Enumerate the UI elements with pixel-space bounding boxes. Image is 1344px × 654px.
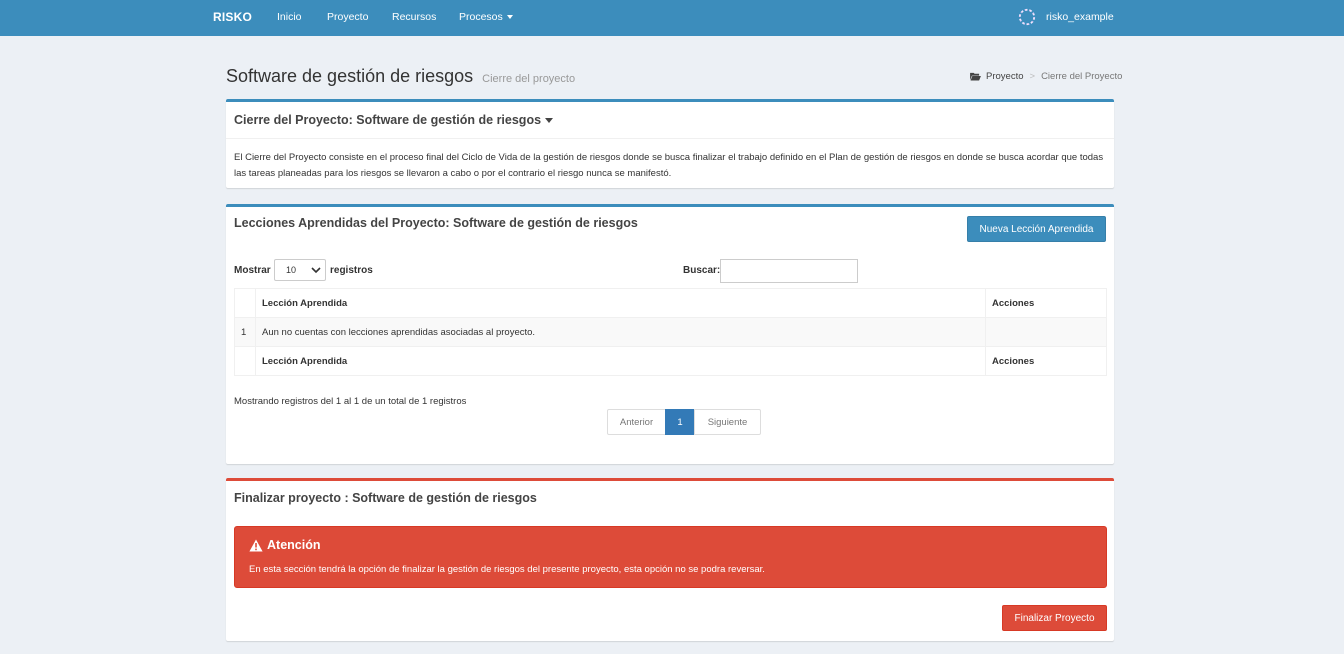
lessons-box: Lecciones Aprendidas del Proyecto: Softw… bbox=[226, 204, 1114, 464]
pagination: Anterior 1 Siguiente bbox=[607, 409, 761, 435]
footer-number bbox=[234, 346, 256, 376]
caret-down-icon bbox=[506, 15, 513, 20]
lessons-box-title: Lecciones Aprendidas del Proyecto: Softw… bbox=[234, 216, 638, 230]
user-menu[interactable]: risko_example bbox=[1018, 7, 1114, 27]
breadcrumb-item-proyecto[interactable]: Proyecto bbox=[986, 71, 1024, 82]
avatar-icon bbox=[1018, 8, 1036, 26]
top-navbar: RISKO Inicio Proyecto Recursos Procesos … bbox=[0, 0, 1344, 36]
folder-open-icon bbox=[970, 72, 981, 81]
nav-item-inicio[interactable]: Inicio bbox=[277, 11, 302, 23]
chevron-down-icon bbox=[311, 267, 321, 274]
lessons-table: Lección Aprendida Acciones 1 Aun no cuen… bbox=[234, 288, 1107, 376]
page-size-value: 10 bbox=[286, 265, 297, 275]
new-lesson-button[interactable]: Nueva Lección Aprendida bbox=[967, 216, 1106, 242]
user-name: risko_example bbox=[1046, 11, 1114, 23]
nav-item-procesos-label: Procesos bbox=[459, 11, 503, 23]
warning-icon bbox=[249, 539, 263, 551]
alert-title: Atención bbox=[249, 538, 320, 552]
row-lesson: Aun no cuentas con lecciones aprendidas … bbox=[255, 317, 986, 347]
table-row: 1 Aun no cuentas con lecciones aprendida… bbox=[234, 317, 1107, 347]
row-actions bbox=[985, 317, 1107, 347]
page-title-text: Software de gestión de riesgos bbox=[226, 66, 474, 86]
pagination-page-1[interactable]: 1 bbox=[665, 409, 695, 435]
finalize-project-button[interactable]: Finalizar Proyecto bbox=[1002, 605, 1107, 631]
breadcrumb: Proyecto > Cierre del Proyecto bbox=[970, 71, 1122, 82]
finalize-box-title: Finalizar proyecto : Software de gestión… bbox=[234, 491, 537, 505]
closure-box-title[interactable]: Cierre del Proyecto: Software de gestión… bbox=[234, 113, 554, 127]
table-header-row: Lección Aprendida Acciones bbox=[234, 288, 1107, 318]
breadcrumb-separator: > bbox=[1029, 71, 1036, 82]
closure-description: El Cierre del Proyecto consiste en el pr… bbox=[234, 152, 1104, 179]
alert-message: En esta sección tendrá la opción de fina… bbox=[249, 564, 765, 575]
row-number: 1 bbox=[234, 317, 256, 347]
nav-item-proyecto[interactable]: Proyecto bbox=[327, 11, 368, 23]
records-label: registros bbox=[330, 265, 373, 276]
page-size-select[interactable]: 10 bbox=[274, 259, 326, 281]
brand-logo[interactable]: RISKO bbox=[213, 10, 252, 24]
closure-box: Cierre del Proyecto: Software de gestión… bbox=[226, 99, 1114, 188]
table-info: Mostrando registros del 1 al 1 de un tot… bbox=[234, 396, 467, 407]
column-header-actions[interactable]: Acciones bbox=[985, 288, 1107, 318]
nav-item-recursos[interactable]: Recursos bbox=[392, 11, 436, 23]
closure-box-divider bbox=[226, 138, 1114, 139]
show-label: Mostrar bbox=[234, 265, 271, 276]
show-entries-label: Mostrar bbox=[234, 265, 271, 276]
pagination-next[interactable]: Siguiente bbox=[694, 409, 761, 435]
column-header-lesson[interactable]: Lección Aprendida bbox=[255, 288, 986, 318]
caret-down-icon bbox=[545, 118, 554, 124]
nav-item-procesos[interactable]: Procesos bbox=[459, 11, 513, 23]
page-subtitle: Cierre del proyecto bbox=[482, 73, 576, 85]
breadcrumb-item-current: Cierre del Proyecto bbox=[1041, 71, 1123, 82]
footer-actions: Acciones bbox=[985, 346, 1107, 376]
table-footer-row: Lección Aprendida Acciones bbox=[234, 346, 1107, 376]
finalize-box: Finalizar proyecto : Software de gestión… bbox=[226, 478, 1114, 641]
search-label: Buscar: bbox=[683, 265, 721, 276]
page-title: Software de gestión de riesgos Cierre de… bbox=[226, 66, 575, 87]
attention-alert: Atención En esta sección tendrá la opció… bbox=[234, 526, 1107, 588]
search-input[interactable] bbox=[720, 259, 858, 283]
alert-title-text: Atención bbox=[267, 538, 321, 552]
footer-lesson: Lección Aprendida bbox=[255, 346, 986, 376]
column-header-number[interactable] bbox=[234, 288, 256, 318]
closure-box-title-text: Cierre del Proyecto: Software de gestión… bbox=[234, 113, 542, 127]
pagination-previous[interactable]: Anterior bbox=[607, 409, 666, 435]
